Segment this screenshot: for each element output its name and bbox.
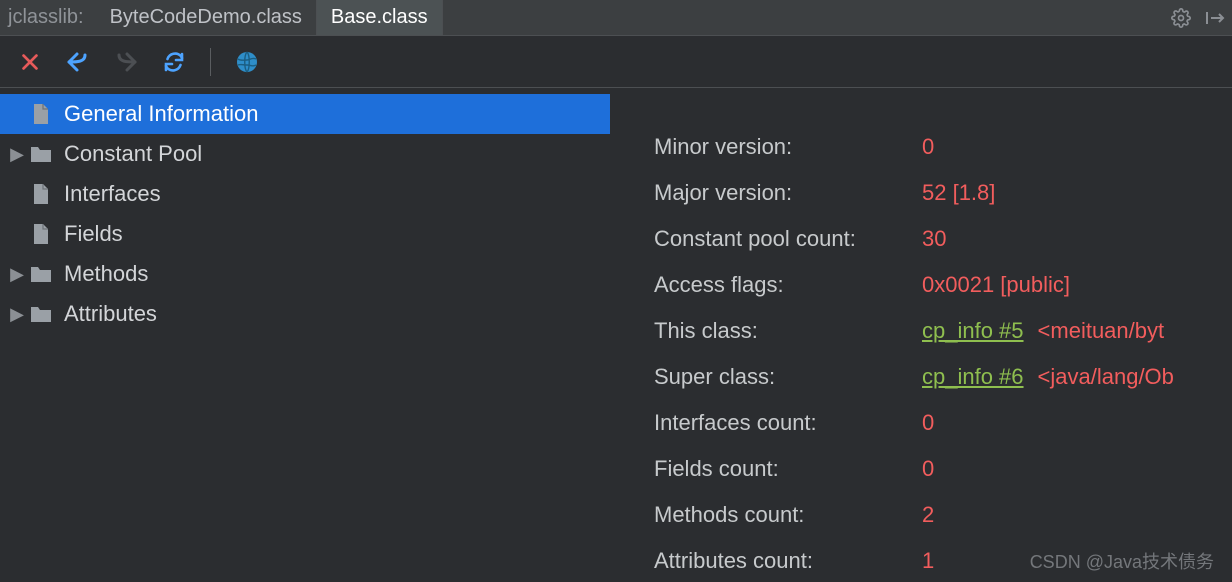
reload-button[interactable] — [158, 46, 190, 78]
detail-row: This class:cp_info #5 <meituan/byt — [654, 318, 1232, 364]
detail-value: 52 [1.8] — [922, 180, 995, 206]
detail-value: 0 — [922, 456, 934, 482]
detail-row: Constant pool count:30 — [654, 226, 1232, 272]
tree-item-fields[interactable]: Fields — [0, 214, 610, 254]
close-icon — [19, 51, 41, 73]
detail-key: This class: — [654, 318, 922, 344]
chevron-right-icon: ▶ — [6, 264, 28, 285]
tree-item-label: General Information — [64, 101, 258, 127]
globe-icon — [235, 50, 259, 74]
detail-row: Methods count:2 — [654, 502, 1232, 548]
folder-icon — [28, 261, 54, 287]
detail-key: Access flags: — [654, 272, 922, 298]
settings-button[interactable] — [1164, 0, 1198, 35]
detail-row: Super class:cp_info #6 <java/lang/Ob — [654, 364, 1232, 410]
detail-row: Major version:52 [1.8] — [654, 180, 1232, 226]
tree-item-constant-pool[interactable]: ▶ Constant Pool — [0, 134, 610, 174]
arrow-left-icon — [65, 51, 91, 73]
forward-button — [110, 46, 142, 78]
detail-value: 1 — [922, 548, 934, 574]
close-button[interactable] — [14, 46, 46, 78]
detail-key: Fields count: — [654, 456, 922, 482]
gear-icon — [1171, 8, 1191, 28]
file-icon — [28, 101, 54, 127]
app-label: jclasslib: — [0, 0, 96, 35]
arrow-right-icon — [113, 51, 139, 73]
tree-item-methods[interactable]: ▶ Methods — [0, 254, 610, 294]
tree-item-label: Fields — [64, 221, 123, 247]
chevron-right-icon: ▶ — [6, 144, 28, 165]
detail-value: 2 — [922, 502, 934, 528]
tree-item-label: Interfaces — [64, 181, 161, 207]
detail-row: Minor version:0 — [654, 134, 1232, 180]
details-panel: Minor version:0Major version:52 [1.8]Con… — [610, 88, 1232, 582]
back-button[interactable] — [62, 46, 94, 78]
tree-sidebar: General Information ▶ Constant Pool Interfa… — [0, 88, 610, 582]
tree-item-label: Methods — [64, 261, 148, 287]
detail-value-extra: <meituan/byt — [1038, 318, 1165, 344]
detail-key: Major version: — [654, 180, 922, 206]
tabstrip-spacer — [443, 0, 1164, 35]
chevron-right-icon: ▶ — [6, 304, 28, 325]
detail-row: Fields count:0 — [654, 456, 1232, 502]
tree-item-general-information[interactable]: General Information — [0, 94, 610, 134]
refresh-icon — [162, 50, 186, 74]
tree-item-label: Constant Pool — [64, 141, 202, 167]
tab-base[interactable]: Base.class — [317, 0, 443, 35]
detail-value-link[interactable]: cp_info #6 — [922, 364, 1024, 390]
detail-row: Interfaces count:0 — [654, 410, 1232, 456]
dock-icon — [1205, 10, 1225, 26]
detail-row: Access flags:0x0021 [public] — [654, 272, 1232, 318]
detail-value: 30 — [922, 226, 946, 252]
detail-value-extra: <java/lang/Ob — [1038, 364, 1174, 390]
detail-key: Constant pool count: — [654, 226, 922, 252]
detail-key: Attributes count: — [654, 548, 922, 574]
folder-icon — [28, 301, 54, 327]
folder-icon — [28, 141, 54, 167]
detail-value: 0 — [922, 134, 934, 160]
detail-key: Methods count: — [654, 502, 922, 528]
tabstrip: jclasslib: ByteCodeDemo.class Base.class — [0, 0, 1232, 36]
hide-panel-button[interactable] — [1198, 0, 1232, 35]
file-icon — [28, 181, 54, 207]
detail-value-link[interactable]: cp_info #5 — [922, 318, 1024, 344]
detail-key: Interfaces count: — [654, 410, 922, 436]
toolbar — [0, 36, 1232, 88]
detail-value: 0x0021 [public] — [922, 272, 1070, 298]
tab-bytecodedemo[interactable]: ByteCodeDemo.class — [96, 0, 317, 35]
tree-item-attributes[interactable]: ▶ Attributes — [0, 294, 610, 334]
file-icon — [28, 221, 54, 247]
detail-row: Attributes count:1 — [654, 548, 1232, 582]
web-button[interactable] — [231, 46, 263, 78]
toolbar-separator — [210, 48, 211, 76]
tree-item-interfaces[interactable]: Interfaces — [0, 174, 610, 214]
tree-item-label: Attributes — [64, 301, 157, 327]
detail-key: Minor version: — [654, 134, 922, 160]
detail-key: Super class: — [654, 364, 922, 390]
detail-value: 0 — [922, 410, 934, 436]
